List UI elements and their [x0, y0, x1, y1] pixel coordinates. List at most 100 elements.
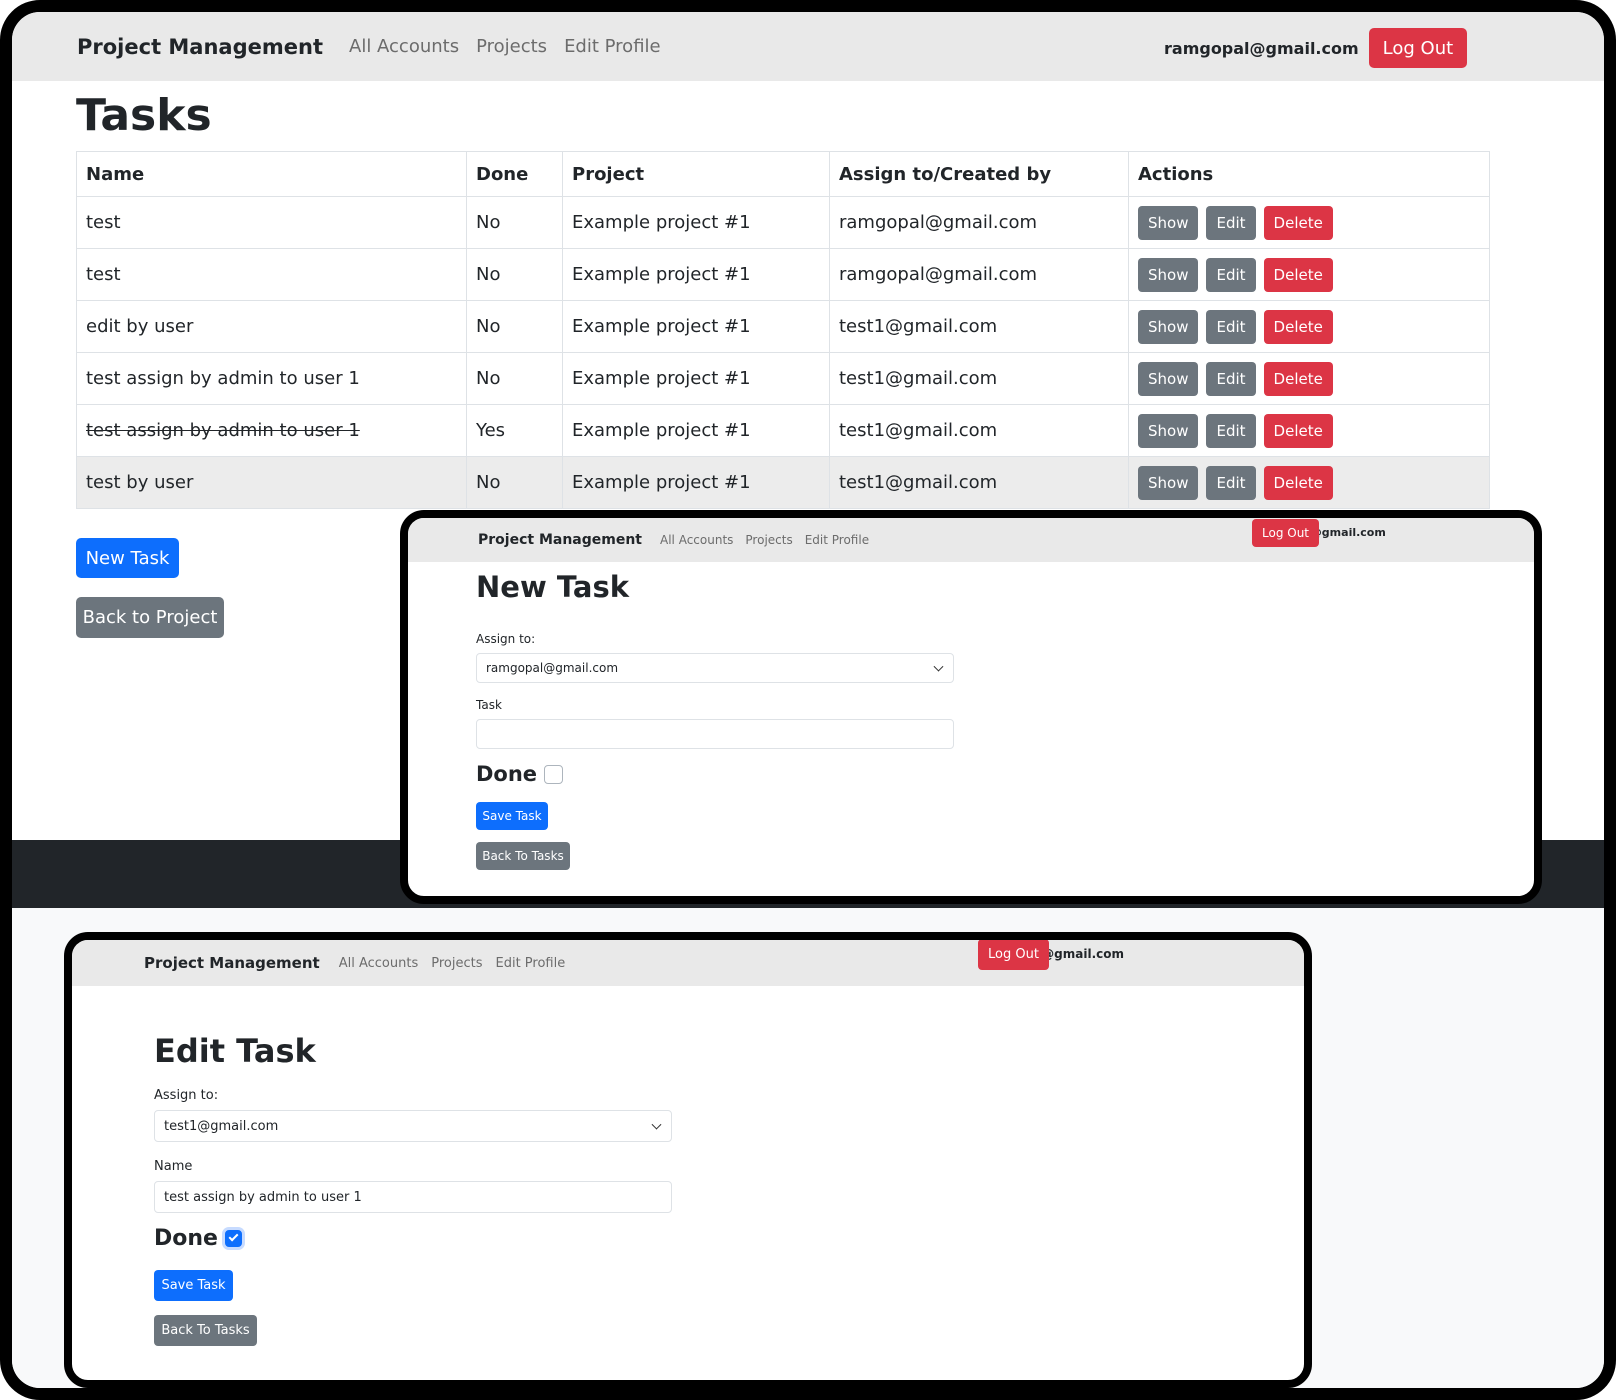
column-header-assignee: Assign to/Created by [829, 151, 1129, 197]
delete-button[interactable]: Delete [1263, 361, 1333, 396]
delete-button[interactable]: Delete [1263, 205, 1333, 240]
navbar-user-email: ramgopal@gmail.com [1164, 38, 1359, 58]
done-label: Done [476, 762, 538, 786]
assign-to-select[interactable]: test1@gmail.com [154, 1110, 672, 1142]
task-done-cell: Yes [466, 404, 563, 457]
delete-button[interactable]: Delete [1263, 413, 1333, 448]
edit-task-navbar: Project Management All Accounts Projects… [72, 940, 1304, 986]
name-input-value: test assign by admin to user 1 [164, 1189, 362, 1205]
new-task-button[interactable]: New Task [76, 538, 179, 578]
delete-button[interactable]: Delete [1263, 309, 1333, 344]
task-actions-cell: Show Edit Delete [1128, 248, 1490, 301]
task-assignee-cell: test1@gmail.com [829, 352, 1129, 405]
show-button[interactable]: Show [1138, 413, 1199, 448]
assign-to-value: ramgopal@gmail.com [486, 661, 619, 675]
navbar-brand[interactable]: Project Management [77, 35, 323, 59]
nav-link-edit-profile[interactable]: Edit Profile [564, 36, 661, 57]
task-actions-cell: Show Edit Delete [1128, 300, 1490, 353]
name-label: Name [154, 1159, 193, 1174]
back-to-tasks-button[interactable]: Back To Tasks [154, 1315, 257, 1346]
new-task-navbar: Project Management All Accounts Projects… [408, 518, 1534, 562]
done-checkbox[interactable] [224, 1230, 242, 1247]
delete-button[interactable]: Delete [1263, 257, 1333, 292]
task-done-cell: No [466, 196, 563, 249]
edit-button[interactable]: Edit [1206, 309, 1256, 344]
assign-to-select[interactable]: ramgopal@gmail.com [476, 653, 954, 683]
assign-to-value: test1@gmail.com [164, 1118, 279, 1134]
task-done-cell: No [466, 300, 563, 353]
edit-task-title: Edit Task [154, 1032, 316, 1070]
logout-button[interactable]: Log Out [1368, 28, 1468, 68]
back-to-tasks-button[interactable]: Back To Tasks [476, 842, 570, 870]
table-header-row: Name Done Project Assign to/Created by A… [76, 151, 1490, 197]
save-task-button[interactable]: Save Task [154, 1270, 233, 1301]
task-project-cell: Example project #1 [562, 456, 830, 509]
nav-link-all-accounts[interactable]: All Accounts [660, 533, 733, 547]
task-project-cell: Example project #1 [562, 196, 830, 249]
show-button[interactable]: Show [1138, 205, 1199, 240]
edit-button[interactable]: Edit [1206, 465, 1256, 500]
column-header-name: Name [76, 151, 467, 197]
navbar-user-area: ramgopal@gmail.com Log Out [978, 940, 1131, 970]
task-actions-cell: Show Edit Delete [1128, 196, 1490, 249]
logout-button[interactable]: Log Out [978, 940, 1049, 970]
nav-link-projects[interactable]: Projects [745, 533, 792, 547]
table-row: edit by user No Example project #1 test1… [76, 300, 1490, 353]
edit-button[interactable]: Edit [1206, 205, 1256, 240]
page-title: Tasks [76, 90, 212, 141]
tasks-table: Name Done Project Assign to/Created by A… [76, 151, 1490, 509]
task-done-cell: No [466, 352, 563, 405]
done-checkbox[interactable] [544, 764, 564, 784]
task-name-cell: test assign by admin to user 1 [76, 352, 467, 405]
save-task-button[interactable]: Save Task [476, 802, 548, 830]
check-icon [228, 1231, 239, 1242]
task-name-cell: test by user [76, 456, 467, 509]
table-row: test No Example project #1 ramgopal@gmai… [76, 196, 1490, 249]
done-field: Done [476, 762, 564, 786]
task-project-cell: Example project #1 [562, 352, 830, 405]
navbar-brand[interactable]: Project Management [144, 954, 320, 972]
column-header-project: Project [562, 151, 830, 197]
navbar-brand[interactable]: Project Management [478, 532, 642, 548]
nav-link-all-accounts[interactable]: All Accounts [339, 956, 419, 971]
show-button[interactable]: Show [1138, 465, 1199, 500]
navbar-user-area: ramgopal@gmail.com Log Out [1164, 28, 1468, 68]
table-row: test assign by admin to user 1 No Exampl… [76, 352, 1490, 405]
task-label: Task [476, 698, 502, 712]
edit-button[interactable]: Edit [1206, 413, 1256, 448]
chevron-down-icon [651, 1119, 662, 1130]
nav-link-all-accounts[interactable]: All Accounts [349, 36, 459, 57]
assign-to-label: Assign to: [154, 1088, 219, 1103]
task-project-cell: Example project #1 [562, 300, 830, 353]
nav-link-projects[interactable]: Projects [431, 956, 482, 971]
task-name-cell: edit by user [76, 300, 467, 353]
show-button[interactable]: Show [1138, 257, 1199, 292]
task-assignee-cell: test1@gmail.com [829, 456, 1129, 509]
column-header-actions: Actions [1128, 151, 1490, 197]
table-row: test by user No Example project #1 test1… [76, 456, 1490, 509]
nav-link-edit-profile[interactable]: Edit Profile [805, 533, 869, 547]
nav-link-edit-profile[interactable]: Edit Profile [496, 956, 566, 971]
logout-button[interactable]: Log Out [1252, 518, 1320, 547]
table-row: test No Example project #1 ramgopal@gmai… [76, 248, 1490, 301]
task-assignee-cell: ramgopal@gmail.com [829, 248, 1129, 301]
task-actions-cell: Show Edit Delete [1128, 352, 1490, 405]
new-task-title: New Task [476, 570, 629, 604]
task-project-cell: Example project #1 [562, 404, 830, 457]
task-input[interactable] [476, 719, 954, 749]
task-assignee-cell: test1@gmail.com [829, 300, 1129, 353]
edit-button[interactable]: Edit [1206, 257, 1256, 292]
column-header-done: Done [466, 151, 563, 197]
task-actions-cell: Show Edit Delete [1128, 404, 1490, 457]
task-assignee-cell: ramgopal@gmail.com [829, 196, 1129, 249]
nav-link-projects[interactable]: Projects [476, 36, 547, 57]
show-button[interactable]: Show [1138, 361, 1199, 396]
assign-to-label: Assign to: [476, 632, 536, 646]
delete-button[interactable]: Delete [1263, 465, 1333, 500]
task-project-cell: Example project #1 [562, 248, 830, 301]
edit-button[interactable]: Edit [1206, 361, 1256, 396]
name-input[interactable]: test assign by admin to user 1 [154, 1181, 672, 1213]
show-button[interactable]: Show [1138, 309, 1199, 344]
back-to-project-button[interactable]: Back to Project [76, 597, 224, 638]
task-name-cell: test [76, 196, 467, 249]
